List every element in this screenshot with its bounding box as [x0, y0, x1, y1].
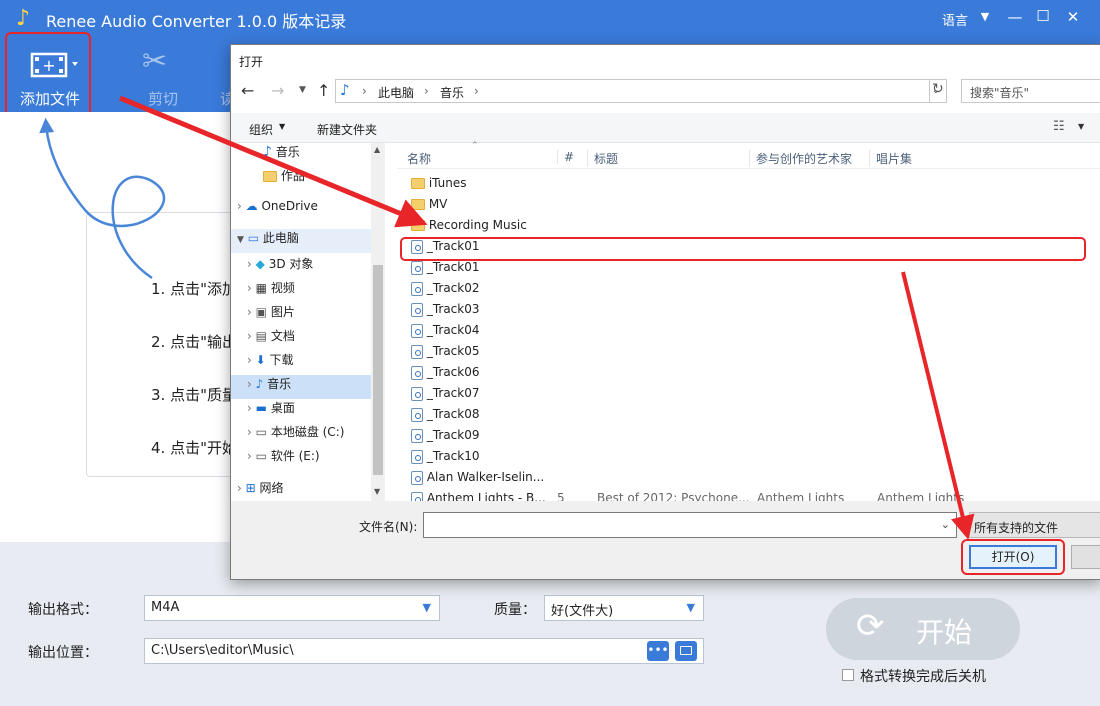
- red-arrow-to-open: [901, 271, 975, 540]
- blue-curve-arrow: [39, 117, 166, 280]
- annotation-arrows: [39, 95, 975, 540]
